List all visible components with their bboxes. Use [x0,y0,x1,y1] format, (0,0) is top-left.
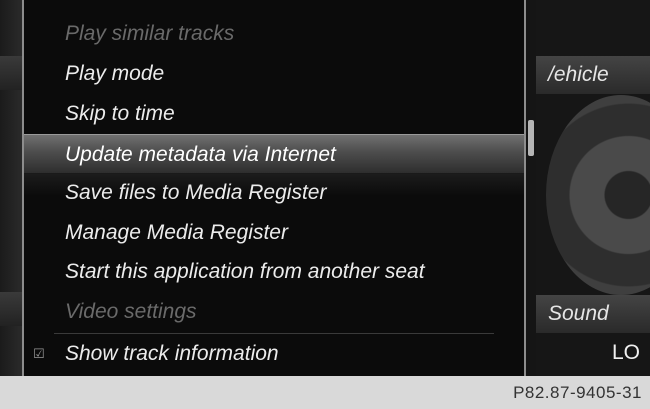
options-menu: Play similar tracks Play mode Skip to ti… [22,0,526,376]
left-tab[interactable] [0,292,22,326]
menu-item-start-from-another-seat[interactable]: Start this application from another seat [24,252,524,292]
disc-artwork [546,95,650,295]
menu-scrollbar[interactable] [526,0,536,376]
menu-item-manage-media-register[interactable]: Manage Media Register [24,213,524,253]
menu-item-video-settings[interactable]: Video settings [24,292,524,332]
right-panel: /ehicle Sound LO [536,0,650,376]
figure-footer: P82.87-9405-31 [0,376,650,409]
menu-item-skip-to-time[interactable]: Skip to time [24,94,524,134]
menu-item-play-similar-tracks[interactable]: Play similar tracks [24,14,524,54]
left-tab[interactable] [0,56,22,90]
menu-item-play-mode[interactable]: Play mode [24,54,524,94]
checkbox-checked-icon[interactable]: ☑ [33,334,45,374]
temperature-readout: LO [611,341,640,364]
menu-item-show-track-information[interactable]: ☑ Show track information [24,334,524,374]
figure-code: P82.87-9405-31 [513,383,642,402]
menu-item-update-metadata[interactable]: Update metadata via Internet [24,134,524,174]
scroll-thumb[interactable] [528,120,534,156]
left-strip [0,0,22,376]
sound-tab[interactable]: Sound [536,295,650,333]
menu-item-label: Show track information [65,342,279,365]
head-unit-screen: Play similar tracks Play mode Skip to ti… [0,0,650,376]
vehicle-tab[interactable]: /ehicle [536,56,650,94]
menu-item-save-files[interactable]: Save files to Media Register [24,173,524,213]
